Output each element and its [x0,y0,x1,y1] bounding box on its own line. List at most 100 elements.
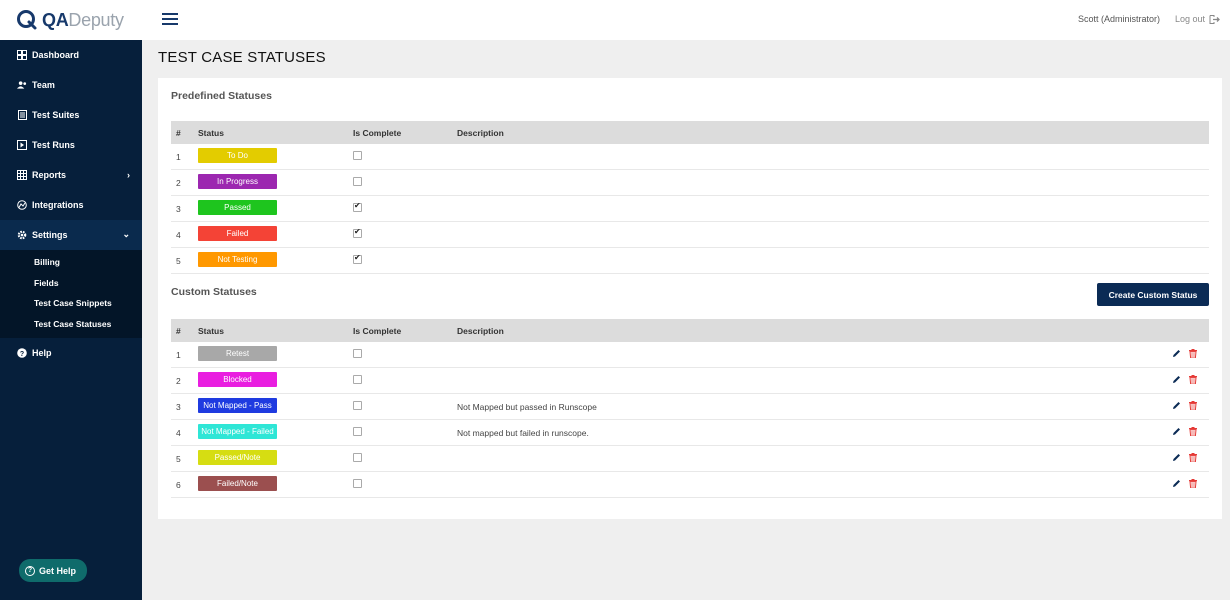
edit-icon[interactable] [1172,427,1181,438]
sidebar-item-team[interactable]: Team [0,70,142,100]
row-number: 5 [171,445,193,472]
sidebar-subitem-fields[interactable]: Fields [0,273,142,294]
dashboard-icon [17,50,27,60]
description-cell: Not mapped but failed in runscope. [452,419,1139,446]
is-complete-checkbox[interactable] [353,453,362,462]
is-complete-checkbox[interactable] [353,427,362,436]
chevron-down-icon: ⌄ [122,229,130,239]
is-complete-checkbox[interactable] [353,401,362,410]
get-help-label: Get Help [39,565,77,576]
actions-cell [1139,342,1209,368]
sidebar-subitem-billing[interactable]: Billing [0,252,142,273]
is-complete-cell [348,471,452,498]
table-row: 4 Not Mapped - Failed Not mapped but faile… [171,419,1209,446]
sidebar-item-integrations[interactable]: Integrations [0,190,142,220]
column-header-status: Status [193,121,348,144]
row-number: 1 [171,144,193,170]
is-complete-cell [348,169,452,196]
is-complete-cell [348,367,452,394]
logout-icon [1209,14,1220,24]
sidebar-item-settings[interactable]: Settings ⌄ [0,220,142,250]
is-complete-cell [348,419,452,446]
status-cell: In Progress [193,169,348,196]
edit-icon[interactable] [1172,375,1181,386]
status-cell: Passed/Note [193,445,348,472]
edit-icon[interactable] [1172,479,1181,490]
custom-table-body: 1 Retest 2 Blocked 3 Not Mapped - Pass Not Map… [171,342,1209,498]
sidebar: QADeputy Dashboard Team Test Suites Test… [0,0,142,600]
edit-icon[interactable] [1172,401,1181,412]
row-number: 4 [171,419,193,446]
delete-icon[interactable] [1189,401,1197,412]
is-complete-cell [348,247,452,274]
create-custom-status-button[interactable]: Create Custom Status [1097,283,1209,306]
edit-icon[interactable] [1172,453,1181,464]
column-header-num: # [171,319,193,342]
row-number: 4 [171,221,193,248]
is-complete-checkbox[interactable] [353,253,362,264]
gear-icon [17,230,27,240]
predefined-table-body: 1 To Do 2 In Progress 3 Passed 4 Failed 5 Not Tes… [171,144,1209,274]
table-row: 4 Failed [171,221,1209,248]
is-complete-cell [348,144,452,170]
status-badge: Passed [198,200,277,215]
description-cell: Not Mapped but passed in Runscope [452,393,1139,420]
custom-statuses-title: Custom Statuses [171,286,257,298]
status-badge: Not Mapped - Failed [198,424,277,439]
description-cell [452,195,1209,222]
actions-cell [1139,367,1209,394]
table-row: 1 To Do [171,144,1209,170]
table-header-row: # Status Is Complete Description [171,319,1209,342]
status-cell: Not Mapped - Pass [193,393,348,420]
logo[interactable]: QADeputy [0,0,142,40]
menu-toggle-icon[interactable] [162,13,178,25]
status-cell: Passed [193,195,348,222]
custom-statuses-table: # Status Is Complete Description 1 Retest… [171,319,1209,498]
delete-icon[interactable] [1189,349,1197,360]
is-complete-checkbox[interactable] [353,227,362,238]
delete-icon[interactable] [1189,427,1197,438]
description-cell [452,247,1209,274]
status-badge: Failed/Note [198,476,277,491]
row-number: 2 [171,367,193,394]
is-complete-cell [348,342,452,368]
row-number: 2 [171,169,193,196]
logout-label: Log out [1174,14,1205,24]
status-cell: To Do [193,144,348,170]
integrations-icon [17,200,27,210]
sidebar-item-label: Dashboard [32,50,80,60]
get-help-button[interactable]: ? Get Help [19,559,87,582]
delete-icon[interactable] [1189,375,1197,386]
logout-link[interactable]: Log out [1175,14,1220,24]
row-number: 3 [171,393,193,420]
row-number: 3 [171,195,193,222]
sidebar-subitem-test-case-snippets[interactable]: Test Case Snippets [0,293,142,314]
sidebar-item-dashboard[interactable]: Dashboard [0,40,142,70]
is-complete-checkbox[interactable] [353,375,362,384]
row-number: 1 [171,342,193,368]
delete-icon[interactable] [1189,453,1197,464]
sidebar-item-help[interactable]: ? Help [0,338,142,368]
sidebar-item-label: Test Runs [32,140,75,150]
status-badge: Blocked [198,372,277,387]
is-complete-checkbox[interactable] [353,349,362,358]
row-number: 5 [171,247,193,274]
is-complete-checkbox[interactable] [353,151,362,160]
is-complete-checkbox[interactable] [353,177,362,186]
edit-icon[interactable] [1172,349,1181,360]
team-icon [17,80,27,90]
sidebar-item-test-runs[interactable]: Test Runs [0,130,142,160]
sidebar-item-label: Team [32,80,55,90]
sidebar-item-reports[interactable]: Reports › [0,160,142,190]
is-complete-checkbox[interactable] [353,201,362,212]
sidebar-subitem-test-case-statuses[interactable]: Test Case Statuses [0,314,142,335]
column-header-description: Description [452,319,1139,342]
sidebar-item-test-suites[interactable]: Test Suites [0,100,142,130]
page-title: TEST CASE STATUSES [158,49,326,66]
delete-icon[interactable] [1189,479,1197,490]
actions-cell [1139,471,1209,498]
qadeputy-logo-icon [17,10,37,30]
is-complete-checkbox[interactable] [353,479,362,488]
is-complete-cell [348,195,452,222]
status-cell: Failed/Note [193,471,348,498]
